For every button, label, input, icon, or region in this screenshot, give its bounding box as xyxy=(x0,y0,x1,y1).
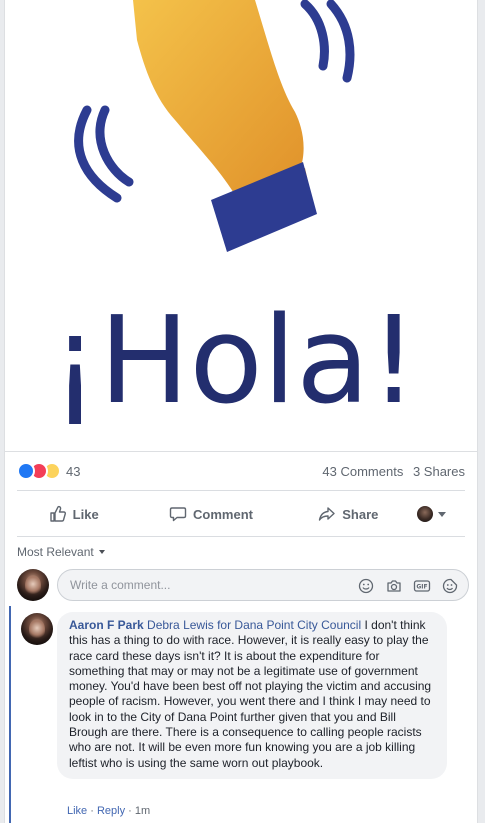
share-button[interactable]: Share xyxy=(280,498,417,530)
chevron-down-icon xyxy=(98,550,105,554)
comment-as-selector[interactable] xyxy=(416,498,477,530)
engagement-counts: 43 Comments 3 Shares xyxy=(316,464,465,479)
comment-like-link[interactable]: Like xyxy=(67,805,87,817)
comments-count-link[interactable]: 43 Comments xyxy=(322,464,403,479)
hola-wave-illustration: ¡Hola! xyxy=(51,0,418,431)
share-arrow-icon xyxy=(319,507,335,521)
divider xyxy=(17,490,465,491)
post-image[interactable]: ¡Hola! xyxy=(5,0,477,452)
comment-reply-link[interactable]: Reply xyxy=(97,805,125,817)
sticker-icon[interactable] xyxy=(440,576,460,596)
comment-input-box[interactable]: GIF xyxy=(57,569,469,601)
avatar xyxy=(416,506,433,522)
separator: · xyxy=(128,805,132,817)
emoji-icon[interactable] xyxy=(356,576,376,596)
comment-composer: GIF xyxy=(17,568,469,602)
post-actions-bar: Like Comment Share xyxy=(5,498,477,530)
avatar[interactable] xyxy=(21,613,53,645)
comment-icon xyxy=(169,507,187,522)
reactions-summary[interactable]: 43 xyxy=(17,462,80,480)
share-button-label: Share xyxy=(342,506,379,522)
hola-text: ¡Hola! xyxy=(51,292,418,431)
camera-icon[interactable] xyxy=(384,576,404,596)
reaction-count: 43 xyxy=(66,463,81,479)
mentioned-page-link[interactable]: Debra Lewis for Dana Point City Council xyxy=(147,618,361,632)
comment-actions: Like · Reply · 1m xyxy=(67,805,150,817)
divider xyxy=(17,536,465,537)
chevron-down-icon xyxy=(437,511,446,517)
post-card: ¡Hola! 43 43 Comments 3 Shares Like Comm… xyxy=(4,0,478,823)
avatar[interactable] xyxy=(17,569,49,601)
like-reaction-icon xyxy=(17,462,35,480)
highlighted-comment-indicator xyxy=(9,606,11,823)
gif-icon[interactable]: GIF xyxy=(412,576,432,596)
comment-bubble: Aaron F Park Debra Lewis for Dana Point … xyxy=(57,612,447,779)
comment-text: I don't think this has a thing to do wit… xyxy=(69,618,432,770)
composer-tools: GIF xyxy=(356,576,460,596)
waving-hand-icon xyxy=(133,0,317,252)
comment-input[interactable] xyxy=(70,578,330,592)
svg-text:GIF: GIF xyxy=(416,584,427,591)
comment-sort-dropdown[interactable]: Most Relevant xyxy=(17,545,105,559)
sort-label: Most Relevant xyxy=(17,545,94,559)
like-button-label: Like xyxy=(72,506,99,522)
thumbs-up-icon xyxy=(49,505,66,522)
comment-button-label: Comment xyxy=(193,506,253,522)
shares-count-link[interactable]: 3 Shares xyxy=(413,464,465,479)
separator: · xyxy=(90,805,94,817)
comment-timestamp[interactable]: 1m xyxy=(135,805,150,817)
comment-author-link[interactable]: Aaron F Park xyxy=(69,618,144,632)
like-button[interactable]: Like xyxy=(5,498,142,530)
comment-button[interactable]: Comment xyxy=(142,498,279,530)
post-stats: 43 43 Comments 3 Shares xyxy=(5,452,477,490)
